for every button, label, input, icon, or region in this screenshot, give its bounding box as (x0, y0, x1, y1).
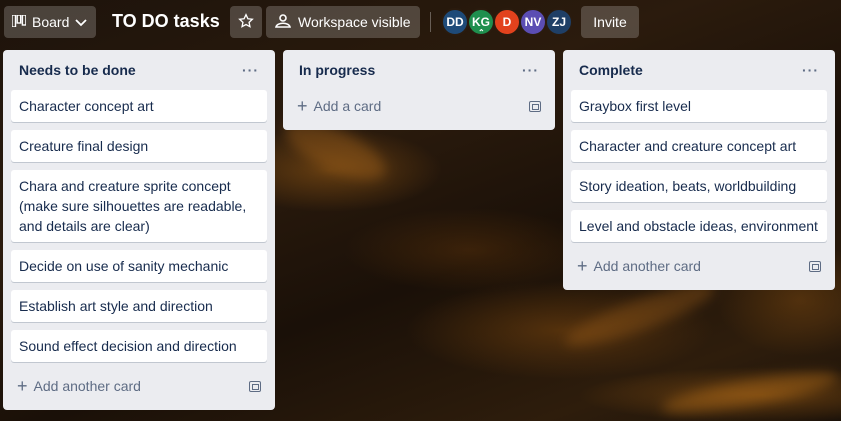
avatar[interactable]: ZJ (545, 8, 573, 36)
card[interactable]: Establish art style and direction (11, 290, 267, 322)
list-header: Complete ··· (571, 50, 827, 90)
board-icon (11, 14, 27, 30)
avatar[interactable]: D (493, 8, 521, 36)
create-from-template-icon[interactable] (809, 260, 821, 272)
card[interactable]: Decide on use of sanity mechanic (11, 250, 267, 282)
list-title[interactable]: In progress (299, 62, 375, 78)
list-in-progress: In progress ··· + Add a card (283, 50, 555, 130)
list-complete: Complete ··· Graybox first level Charact… (563, 50, 835, 290)
avatar[interactable]: NV (519, 8, 547, 36)
board-header: Board TO DO tasks Workspace visible DD K… (0, 0, 841, 44)
more-icon[interactable]: ··· (802, 62, 819, 78)
avatar[interactable]: DD (441, 8, 469, 36)
card[interactable]: Sound effect decision and direction (11, 330, 267, 362)
add-card-label: Add another card (33, 378, 141, 394)
add-card-label: Add another card (593, 258, 701, 274)
invite-label: Invite (593, 14, 627, 30)
add-card-button[interactable]: + Add another card (17, 376, 141, 396)
card[interactable]: Story ideation, beats, worldbuilding (571, 170, 827, 202)
avatar[interactable]: KG ⌃ (467, 8, 495, 37)
more-icon[interactable]: ··· (242, 62, 259, 78)
add-card-label: Add a card (313, 98, 382, 114)
card[interactable]: Character and creature concept art (571, 130, 827, 162)
create-from-template-icon[interactable] (249, 380, 261, 392)
list-header: Needs to be done ··· (11, 50, 267, 90)
card[interactable]: Chara and creature sprite concept (make … (11, 170, 267, 242)
add-card-row: + Add a card (291, 90, 547, 122)
board-view-label: Board (32, 14, 70, 30)
add-card-button[interactable]: + Add a card (297, 96, 382, 116)
member-avatars: DD KG ⌃ D NV ZJ (441, 8, 573, 37)
avatar-initials: KG (472, 15, 490, 29)
list-title[interactable]: Needs to be done (19, 62, 136, 78)
list-needs-to-be-done: Needs to be done ··· Character concept a… (3, 50, 275, 410)
header-divider (430, 12, 431, 32)
chevron-down-icon (75, 14, 87, 30)
star-button[interactable] (230, 6, 262, 38)
plus-icon: + (577, 256, 588, 276)
card[interactable]: Graybox first level (571, 90, 827, 122)
more-icon[interactable]: ··· (522, 62, 539, 78)
add-card-row: + Add another card (571, 250, 827, 282)
create-from-template-icon[interactable] (529, 100, 541, 112)
invite-button[interactable]: Invite (581, 6, 639, 38)
star-icon (238, 12, 254, 32)
add-card-button[interactable]: + Add another card (577, 256, 701, 276)
card[interactable]: Level and obstacle ideas, environment (571, 210, 827, 242)
list-header: In progress ··· (291, 50, 547, 90)
add-card-row: + Add another card (11, 370, 267, 402)
plus-icon: + (17, 376, 28, 396)
admin-chevron-icon: ⌃ (478, 28, 485, 37)
background-streak (659, 364, 841, 421)
card[interactable]: Creature final design (11, 130, 267, 162)
workspace-visibility-label: Workspace visible (298, 14, 411, 30)
card[interactable]: Character concept art (11, 90, 267, 122)
list-title[interactable]: Complete (579, 62, 643, 78)
board-title[interactable]: TO DO tasks (112, 11, 220, 32)
people-icon (274, 13, 292, 31)
workspace-visibility-button[interactable]: Workspace visible (266, 6, 420, 38)
board-view-switcher[interactable]: Board (4, 6, 96, 38)
plus-icon: + (297, 96, 308, 116)
